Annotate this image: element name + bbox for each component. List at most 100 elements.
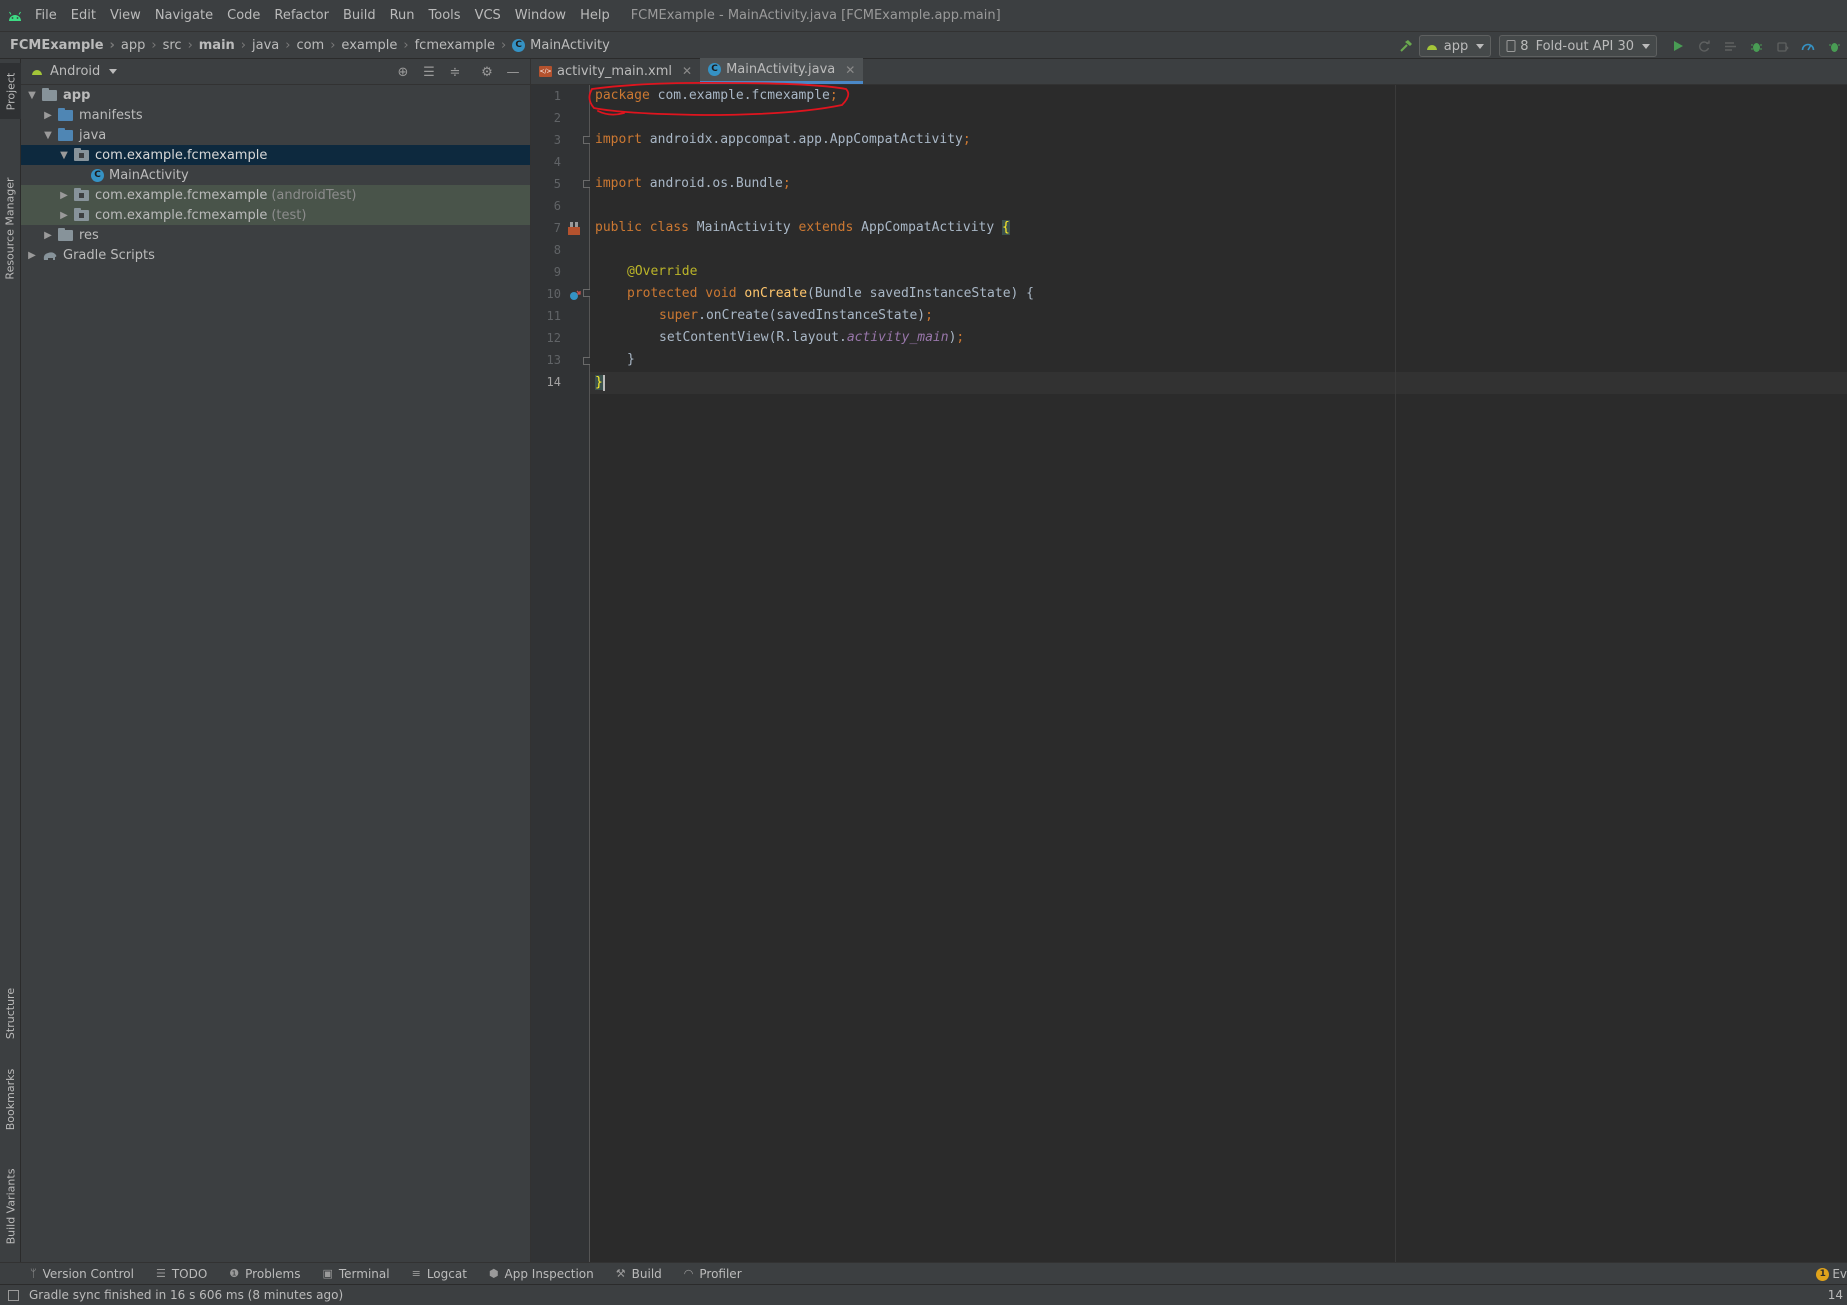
tool-tab-build-variants[interactable]: Build Variants [0, 1157, 21, 1255]
class-layout-gutter-icon[interactable] [566, 220, 582, 236]
tree-item-package-main[interactable]: ▼ com.example.fcmexample [21, 145, 530, 165]
status-message[interactable]: Gradle sync finished in 16 s 606 ms (8 m… [29, 1288, 343, 1302]
chevron-down-icon: ▼ [28, 89, 36, 101]
run-icon[interactable] [1665, 33, 1691, 59]
tool-windows-toggle-icon[interactable] [8, 1289, 19, 1301]
field-token: activity_main [846, 330, 949, 345]
tool-app-inspection[interactable]: ⬢ App Inspection [489, 1267, 594, 1281]
tool-todo[interactable]: ☰ TODO [156, 1267, 207, 1281]
current-line-highlight [590, 372, 1847, 394]
tree-item-gradle-scripts[interactable]: ▶ Gradle Scripts [21, 245, 530, 265]
tool-tab-project[interactable]: Project [0, 63, 21, 119]
locate-crosshair-icon[interactable]: ⊕ [390, 59, 416, 85]
inspection-icon: ⬢ [488, 1267, 499, 1280]
code-line-12: setContentView(R.layout.activity_main); [659, 327, 964, 349]
status-bar: Gradle sync finished in 16 s 606 ms (8 m… [0, 1284, 1847, 1305]
debug-bug-icon[interactable] [1821, 33, 1847, 59]
tool-event-log[interactable]: 1 Ev [1816, 1263, 1847, 1285]
attach-debugger-icon[interactable] [1769, 33, 1795, 59]
tab-mainactivity-java[interactable]: C MainActivity.java ✕ [700, 58, 864, 84]
semicolon-token: ; [782, 176, 791, 191]
menu-window[interactable]: Window [508, 0, 573, 31]
right-margin-guide [1395, 85, 1396, 1262]
breadcrumb-com[interactable]: com › [296, 38, 341, 53]
menu-edit[interactable]: Edit [64, 0, 103, 31]
code-token: setContentView(R.layout. [659, 330, 847, 345]
keyword-token: super [659, 308, 699, 323]
breadcrumb-project[interactable]: FCMExample › [10, 38, 121, 53]
tool-version-control[interactable]: ᛘ Version Control [30, 1267, 134, 1281]
tree-item-label: res [79, 227, 99, 243]
menu-tools[interactable]: Tools [422, 0, 468, 31]
apply-changes-restart-icon[interactable] [1691, 33, 1717, 59]
menu-navigate[interactable]: Navigate [148, 0, 220, 31]
profile-icon[interactable] [1795, 33, 1821, 59]
close-icon[interactable]: ✕ [845, 63, 855, 77]
keyword-token: protected void [627, 286, 737, 301]
bottom-tool-window-bar: ᛘ Version Control ☰ TODO ❶ Problems ▣ Termin… [0, 1262, 1847, 1284]
keyword-token: extends [798, 220, 854, 235]
left-tool-window-strip: Project Resource Manager Structure Bookm… [0, 59, 21, 1262]
tool-build[interactable]: ⚒ Build [616, 1267, 662, 1281]
collapse-all-icon[interactable]: ≑ [442, 59, 468, 85]
tree-item-mainactivity[interactable]: C MainActivity [21, 165, 530, 185]
java-class-icon: C [708, 63, 722, 76]
menu-run[interactable]: Run [383, 0, 422, 31]
tab-activity-main-xml[interactable]: </> activity_main.xml ✕ [531, 58, 700, 84]
menu-help[interactable]: Help [573, 0, 617, 31]
tree-item-java[interactable]: ▼ java [21, 125, 530, 145]
tool-problems[interactable]: ❶ Problems [229, 1267, 300, 1281]
run-configuration-select[interactable]: app [1418, 35, 1492, 57]
menu-file[interactable]: File [28, 0, 64, 31]
project-view-select[interactable]: Android [31, 64, 118, 79]
menu-vcs[interactable]: VCS [468, 0, 508, 31]
device-count-label: 8 [1520, 38, 1529, 54]
breadcrumb-label: FCMExample [10, 37, 104, 53]
override-method-gutter-icon[interactable] [568, 288, 582, 302]
breadcrumb-src[interactable]: src › [163, 38, 199, 53]
device-label: Fold-out API 30 [1535, 38, 1634, 54]
tool-tab-label: Resource Manager [4, 176, 18, 280]
menu-refactor[interactable]: Refactor [267, 0, 336, 31]
tool-tab-resource-manager[interactable]: Resource Manager [0, 143, 21, 313]
hide-panel-icon[interactable]: — [500, 59, 526, 85]
chevron-right-icon: › [285, 37, 291, 53]
make-project-hammer-icon[interactable] [1393, 33, 1419, 59]
debug-icon[interactable] [1743, 33, 1769, 59]
line-number: 2 [553, 111, 561, 125]
project-tree: ▼ app ▶ manifests ▼ java ▼ com.example.f… [21, 85, 530, 265]
tool-terminal[interactable]: ▣ Terminal [322, 1267, 389, 1281]
device-select[interactable]: 8 Fold-out API 30 [1499, 35, 1657, 57]
tool-tab-structure[interactable]: Structure [0, 975, 21, 1051]
breadcrumb-example[interactable]: example › [341, 38, 414, 53]
tree-item-manifests[interactable]: ▶ manifests [21, 105, 530, 125]
tree-item-package-androidtest[interactable]: ▶ com.example.fcmexample (androidTest) [21, 185, 530, 205]
breadcrumb-main[interactable]: main › [199, 38, 252, 53]
tree-item-package-test[interactable]: ▶ com.example.fcmexample (test) [21, 205, 530, 225]
gear-icon[interactable]: ⚙ [474, 59, 500, 85]
tree-item-res[interactable]: ▶ res [21, 225, 530, 245]
java-class-icon: C [91, 168, 104, 182]
caret-position[interactable]: 14 [1828, 1285, 1843, 1305]
tool-profiler[interactable]: ◠ Profiler [684, 1267, 742, 1281]
menu-build[interactable]: Build [336, 0, 383, 31]
menu-code[interactable]: Code [220, 0, 267, 31]
breadcrumb-mainactivity[interactable]: C MainActivity [512, 38, 610, 53]
hammer-icon: ⚒ [615, 1267, 626, 1280]
code-editor[interactable]: package com.example.fcmexample; import a… [590, 85, 1847, 1262]
breadcrumb-module[interactable]: app › [121, 38, 163, 53]
tool-logcat[interactable]: ≡ Logcat [412, 1267, 467, 1281]
breadcrumb-fcmexample[interactable]: fcmexample › [415, 38, 513, 53]
tool-tab-bookmarks[interactable]: Bookmarks [0, 1059, 21, 1139]
tool-label: Profiler [699, 1266, 742, 1281]
tree-item-app[interactable]: ▼ app [21, 85, 530, 105]
breadcrumb-java[interactable]: java › [252, 38, 296, 53]
menu-view[interactable]: View [103, 0, 148, 31]
device-icon [1506, 40, 1516, 52]
close-icon[interactable]: ✕ [682, 64, 692, 78]
apply-code-changes-icon[interactable] [1717, 33, 1743, 59]
line-number: 10 [546, 287, 561, 301]
expand-all-icon[interactable]: ☰ [416, 59, 442, 85]
matched-brace-token: { [1002, 220, 1010, 235]
tool-label: Problems [245, 1266, 301, 1281]
